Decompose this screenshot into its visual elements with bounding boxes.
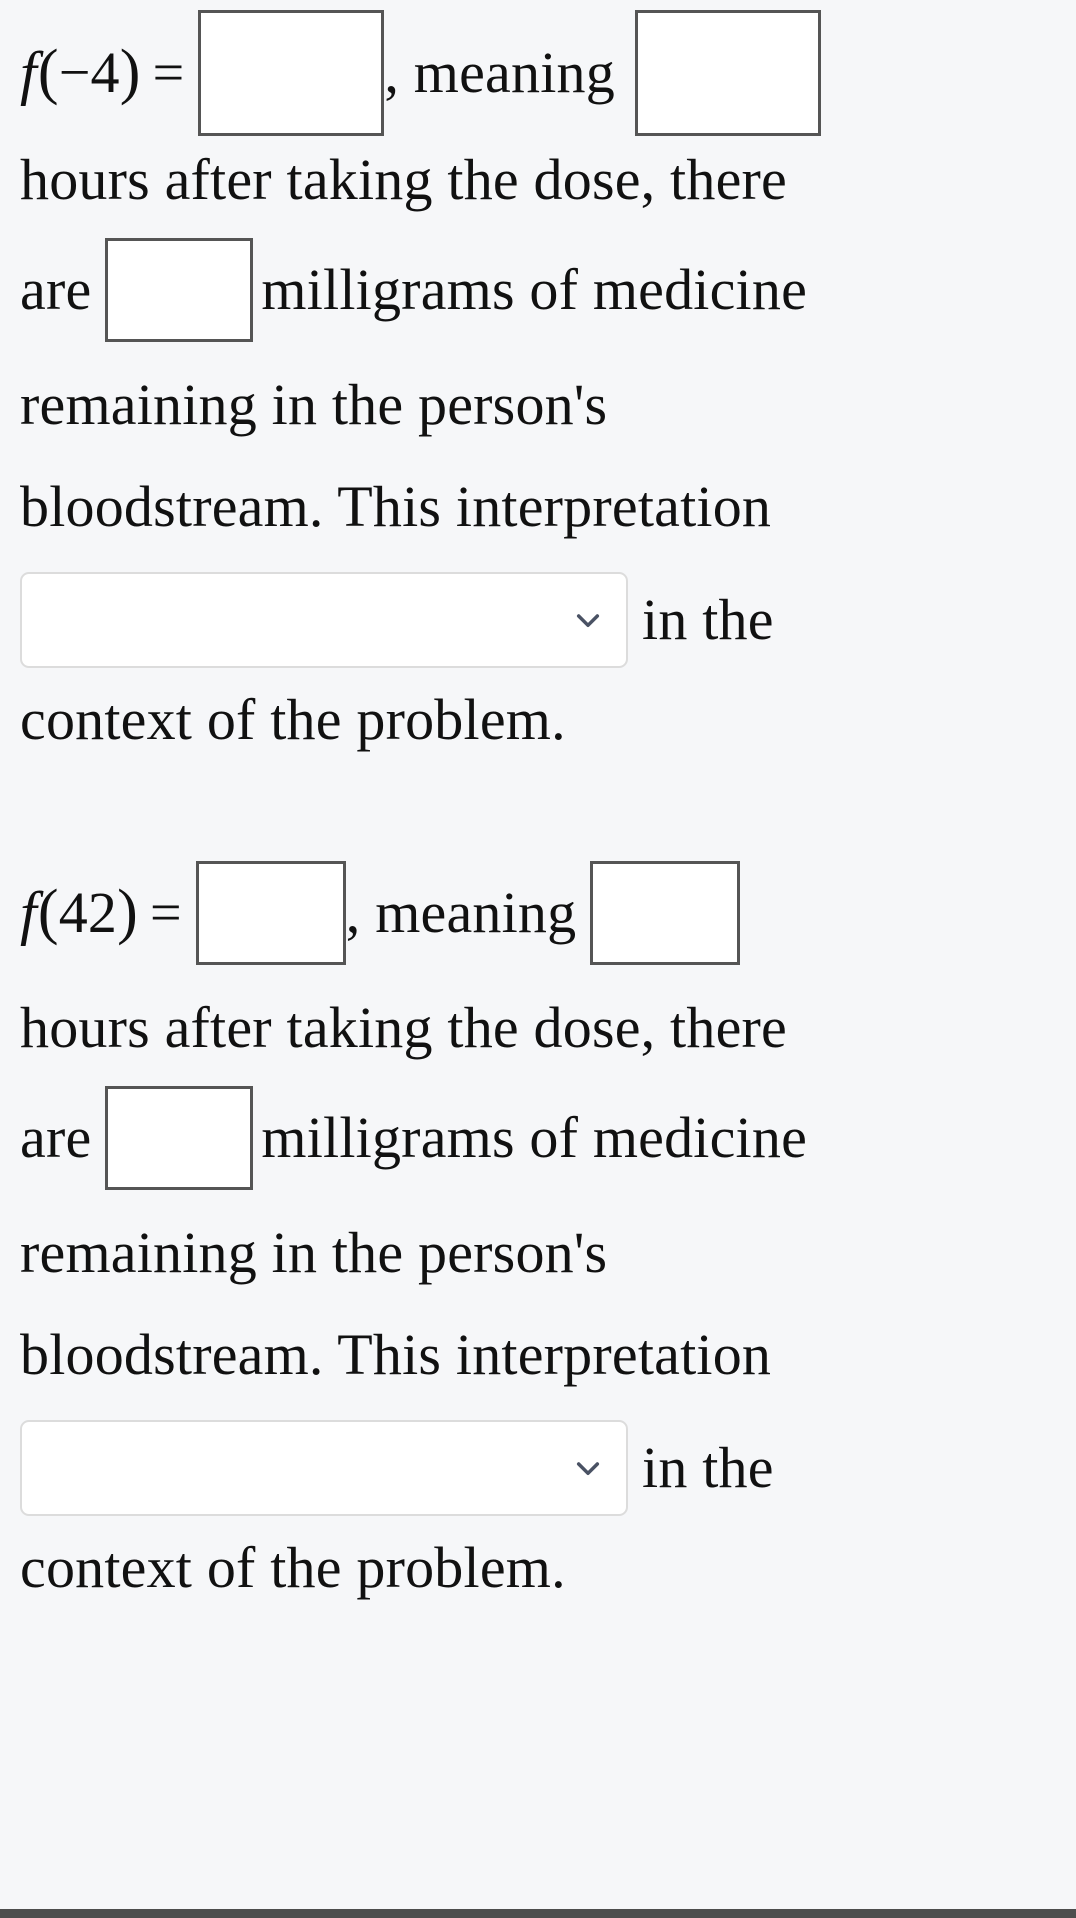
close-paren-42: ) xyxy=(117,877,138,946)
interpretation-dropdown-neg4[interactable]: makes sense does not make sense xyxy=(20,572,628,668)
interpretation-dropdown-wrap-neg4[interactable]: makes sense does not make sense xyxy=(20,572,628,668)
equation-line-42: f(42) = , meaning xyxy=(20,850,741,975)
interpretation-dropdown-wrap-42[interactable]: makes sense does not make sense xyxy=(20,1420,628,1516)
function-name-42: f xyxy=(20,879,37,946)
hours-text-line-neg4: hours after taking the dose, there xyxy=(20,145,787,215)
are-label-neg4: are xyxy=(20,257,92,322)
hours-input-neg4[interactable] xyxy=(634,9,821,136)
bloodstream-sentence-neg4: bloodstream. This interpretation xyxy=(20,474,772,539)
context-line-neg4: context of the problem. xyxy=(20,685,566,755)
remaining-line-42: remaining in the person's xyxy=(20,1218,607,1288)
milligrams-label-42: milligrams of medicine xyxy=(261,1105,808,1170)
hours-sentence-neg4: hours after taking the dose, there xyxy=(20,147,787,212)
minus-sign-neg4: − xyxy=(58,41,91,104)
comma-meaning-neg4: , meaning xyxy=(384,39,615,105)
argument-neg4: 4 xyxy=(90,39,120,105)
value-input-neg4[interactable] xyxy=(198,9,385,136)
milligrams-line-neg4: are milligrams of medicine xyxy=(20,235,807,345)
dropdown-line-42: makes sense does not make sense in the xyxy=(20,1418,774,1518)
comma-meaning-42: , meaning xyxy=(345,879,577,945)
bloodstream-line-42: bloodstream. This interpretation xyxy=(20,1320,771,1390)
in-the-label-neg4: in the xyxy=(642,587,774,652)
open-paren-42: ( xyxy=(37,877,59,946)
are-label-42: are xyxy=(20,1105,92,1170)
close-paren-neg4: ) xyxy=(119,37,141,106)
milligrams-input-42[interactable] xyxy=(105,1086,254,1190)
value-input-42[interactable] xyxy=(195,860,346,965)
remaining-sentence-42: remaining in the person's xyxy=(20,1220,608,1285)
remaining-line-neg4: remaining in the person's xyxy=(20,370,607,440)
context-sentence-neg4: context of the problem. xyxy=(20,687,566,752)
bloodstream-line-neg4: bloodstream. This interpretation xyxy=(20,472,771,542)
argument-42: 42 xyxy=(58,879,118,945)
function-name-neg4: f xyxy=(20,39,37,106)
equation-line-neg4: f(−4) = , meaning xyxy=(20,9,821,136)
remaining-sentence-neg4: remaining in the person's xyxy=(20,372,608,437)
context-sentence-42: context of the problem. xyxy=(20,1535,566,1600)
open-paren-neg4: ( xyxy=(37,37,59,106)
context-line-42: context of the problem. xyxy=(20,1533,566,1603)
milligrams-line-42: are milligrams of medicine xyxy=(20,1083,807,1193)
equals-sign-42: = xyxy=(150,881,182,944)
hours-input-42[interactable] xyxy=(590,860,741,965)
exercise-page: f(−4) =, meaning hours after taking the d… xyxy=(0,0,1076,1918)
dropdown-line-neg4: makes sense does not make sense in the xyxy=(20,570,774,670)
milligrams-label-neg4: milligrams of medicine xyxy=(261,257,808,322)
equals-sign-neg4: = xyxy=(152,41,185,104)
milligrams-input-neg4[interactable] xyxy=(105,238,254,342)
in-the-label-42: in the xyxy=(642,1435,774,1500)
hours-sentence-42: hours after taking the dose, there xyxy=(20,995,787,1060)
bottom-system-bar xyxy=(0,1909,1076,1918)
bloodstream-sentence-42: bloodstream. This interpretation xyxy=(20,1322,772,1387)
hours-text-line-42: hours after taking the dose, there xyxy=(20,993,787,1063)
interpretation-dropdown-42[interactable]: makes sense does not make sense xyxy=(20,1420,628,1516)
